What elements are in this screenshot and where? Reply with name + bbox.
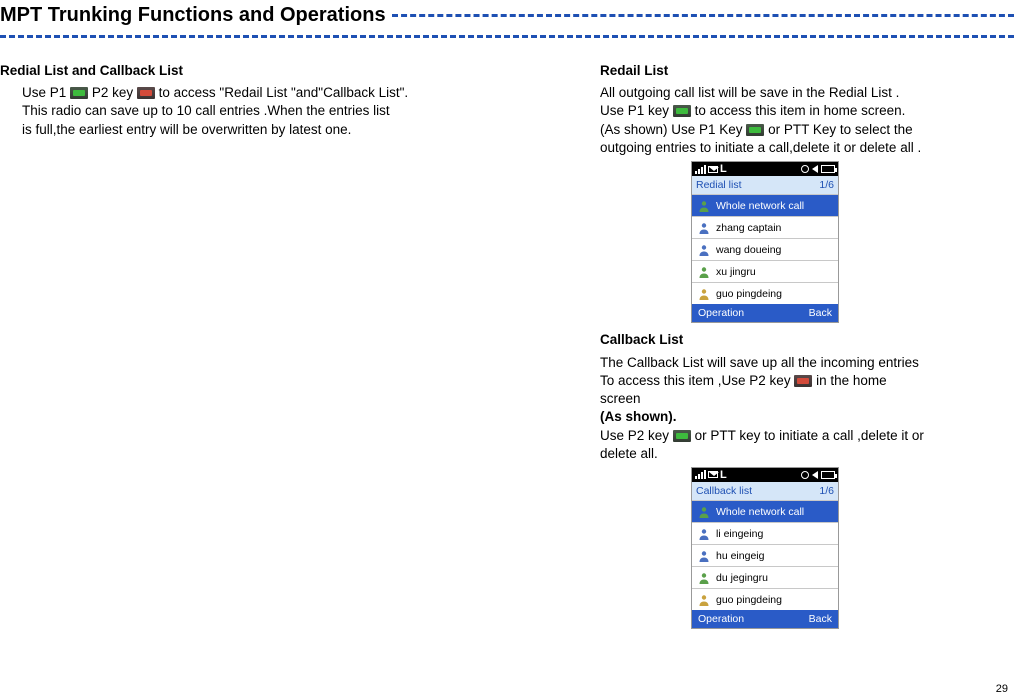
list-item[interactable]: xu jingru	[692, 260, 838, 282]
list-item-label: wang doueing	[716, 243, 781, 257]
battery-icon	[821, 165, 835, 173]
globe-icon	[801, 471, 809, 479]
list-item[interactable]: li eingeing	[692, 522, 838, 544]
phone-list-header: Redial list 1/6	[692, 176, 838, 194]
status-letter: L	[720, 468, 727, 483]
list-item[interactable]: wang doueing	[692, 238, 838, 260]
avatar-icon	[696, 264, 712, 280]
callback-heading: Callback List	[600, 331, 930, 349]
avatar-icon	[696, 286, 712, 302]
avatar-icon	[696, 242, 712, 258]
softkey-left[interactable]: Operation	[698, 306, 744, 320]
phone-status-bar: L	[692, 468, 838, 482]
list-item[interactable]: guo pingdeing	[692, 588, 838, 610]
list-item-label: zhang captain	[716, 221, 781, 235]
phone-softkeys: Operation Back	[692, 304, 838, 322]
softkey-right[interactable]: Back	[809, 612, 832, 626]
list-item-label: xu jingru	[716, 265, 756, 279]
list-item[interactable]: guo pingdeing	[692, 282, 838, 304]
txt: or PTT Key to select the	[768, 122, 913, 137]
txt: (As shown) Use P1 Key	[600, 122, 743, 137]
redial-heading: Redail List	[600, 62, 930, 80]
txt: All outgoing call list will be save in t…	[600, 85, 899, 100]
left-heading: Redial List and Callback List	[0, 62, 470, 80]
page-title: MPT Trunking Functions and Operations	[0, 0, 386, 31]
avatar-icon	[696, 526, 712, 542]
signal-icon	[695, 470, 706, 479]
callback-body: The Callback List will save up all the i…	[600, 354, 930, 463]
p1-key-icon	[673, 105, 691, 117]
divider-dashed-bottom	[0, 35, 1014, 38]
txt: To access this item ,Use P2 key	[600, 373, 791, 388]
list-item-label: li eingeing	[716, 527, 763, 541]
txt: This radio can save up to 10 call entrie…	[22, 103, 390, 118]
txt: outgoing entries to initiate a call,dele…	[600, 140, 921, 155]
list-item[interactable]: Whole network call	[692, 194, 838, 216]
status-letter: L	[720, 162, 727, 177]
signal-icon	[695, 165, 706, 174]
phone-list: Whole network call li eingeing hu eingeig d…	[692, 500, 838, 610]
speaker-icon	[812, 165, 818, 173]
list-item-label: guo pingdeing	[716, 593, 782, 607]
txt: The Callback List will save up all the i…	[600, 355, 919, 370]
phone-list: Whole network call zhang captain wang doue…	[692, 194, 838, 304]
phone-screenshot-callback: LCallback list 1/6 Whole network call li ei…	[691, 467, 839, 629]
txt: Use P1 key	[600, 103, 669, 118]
phone-status-bar: L	[692, 162, 838, 176]
battery-icon	[821, 471, 835, 479]
list-title: Redial list	[696, 178, 742, 192]
list-item[interactable]: zhang captain	[692, 216, 838, 238]
message-icon	[708, 166, 718, 173]
avatar-icon	[696, 220, 712, 236]
list-title: Callback list	[696, 484, 752, 498]
p1-key-icon	[746, 124, 764, 136]
left-body: Use P1 P2 key to access "Redail List "an…	[0, 84, 470, 139]
avatar-icon	[696, 570, 712, 586]
avatar-icon	[696, 548, 712, 564]
avatar-icon	[696, 592, 712, 608]
phone-screenshot-redial: LRedial list 1/6 Whole network call zhang c…	[691, 161, 839, 323]
phone-softkeys: Operation Back	[692, 610, 838, 628]
avatar-icon	[696, 198, 712, 214]
divider-dashed-top	[392, 14, 1014, 17]
globe-icon	[801, 165, 809, 173]
p2-key-icon	[137, 87, 155, 99]
txt: to access "Redail List "and"Callback Lis…	[159, 85, 409, 100]
txt: Use P1	[22, 85, 66, 100]
list-item-label: Whole network call	[716, 505, 804, 519]
redial-body: All outgoing call list will be save in t…	[600, 84, 930, 157]
avatar-icon	[696, 504, 712, 520]
p1-key-icon	[70, 87, 88, 99]
txt: delete all.	[600, 446, 658, 461]
speaker-icon	[812, 471, 818, 479]
txt: to access this item in home screen.	[695, 103, 906, 118]
list-count: 1/6	[819, 484, 834, 498]
txt-bold: (As shown).	[600, 409, 677, 424]
txt: or PTT key to initiate a call ,delete it…	[695, 428, 924, 443]
p2-key-icon	[673, 430, 691, 442]
list-item-label: du jegingru	[716, 571, 768, 585]
list-item[interactable]: du jegingru	[692, 566, 838, 588]
p2-key-icon	[794, 375, 812, 387]
txt: is full,the earliest entry will be overw…	[22, 122, 351, 137]
phone-list-header: Callback list 1/6	[692, 482, 838, 500]
txt: P2 key	[92, 85, 133, 100]
list-item-label: hu eingeig	[716, 549, 764, 563]
list-item-label: guo pingdeing	[716, 287, 782, 301]
list-item[interactable]: Whole network call	[692, 500, 838, 522]
message-icon	[708, 471, 718, 478]
list-count: 1/6	[819, 178, 834, 192]
softkey-left[interactable]: Operation	[698, 612, 744, 626]
softkey-right[interactable]: Back	[809, 306, 832, 320]
list-item-label: Whole network call	[716, 199, 804, 213]
page-number: 29	[996, 683, 1008, 695]
txt: Use P2 key	[600, 428, 669, 443]
list-item[interactable]: hu eingeig	[692, 544, 838, 566]
